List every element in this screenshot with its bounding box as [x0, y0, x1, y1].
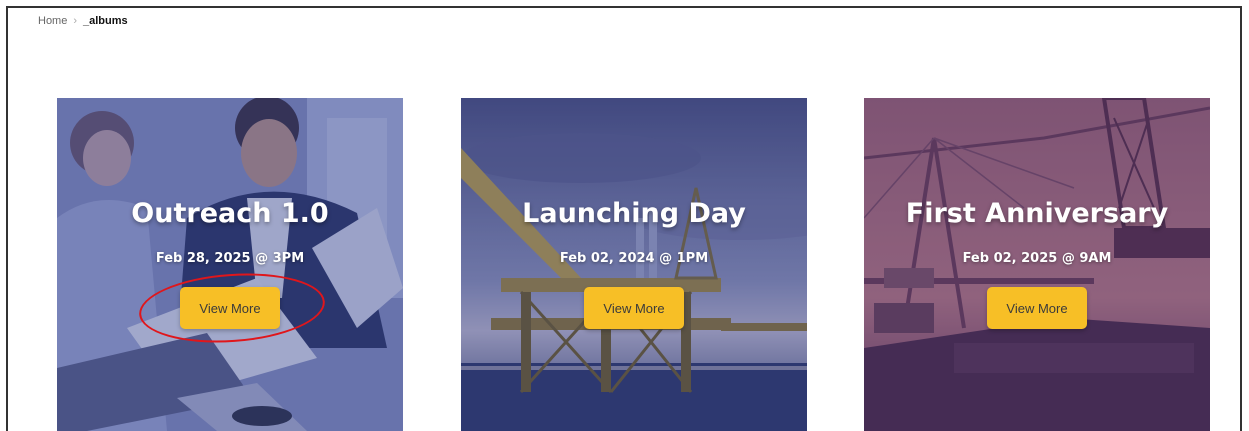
view-more-button[interactable]: View More [180, 287, 280, 329]
breadcrumb: Home › _albums [38, 15, 128, 27]
breadcrumb-home[interactable]: Home [38, 15, 67, 27]
album-date: Feb 28, 2025 @ 3PM [155, 251, 305, 266]
breadcrumb-separator-icon: › [73, 15, 78, 27]
album-card-launching-day: Launching Day Feb 02, 2024 @ 1PM View Mo… [461, 98, 807, 431]
album-card-first-anniversary: First Anniversary Feb 02, 2025 @ 9AM Vie… [864, 98, 1210, 431]
album-title: Launching Day [522, 198, 746, 229]
view-more-button[interactable]: View More [987, 287, 1087, 329]
album-date: Feb 02, 2024 @ 1PM [559, 251, 709, 266]
view-more-button[interactable]: View More [584, 287, 684, 329]
album-title: Outreach 1.0 [131, 198, 329, 229]
album-date: Feb 02, 2025 @ 9AM [962, 251, 1112, 266]
album-title: First Anniversary [905, 198, 1169, 229]
album-card-outreach: Outreach 1.0 Feb 28, 2025 @ 3PM View Mor… [57, 98, 403, 431]
breadcrumb-current: _albums [83, 15, 128, 27]
